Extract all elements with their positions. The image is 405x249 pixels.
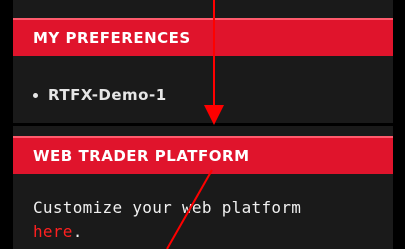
web-trader-platform-panel: WEB TRADER PLATFORM Customize your web p… — [13, 126, 393, 249]
web-trader-platform-header: WEB TRADER PLATFORM — [13, 136, 393, 174]
preference-item-rtfx-demo-1[interactable]: RTFX-Demo-1 — [33, 86, 167, 104]
customize-trailing-period: . — [72, 222, 83, 241]
page: MY PREFERENCES RTFX-Demo-1 WEB TRADER PL… — [0, 0, 405, 249]
preference-item-label: RTFX-Demo-1 — [48, 86, 167, 104]
bullet-icon — [33, 92, 38, 98]
my-preferences-header: MY PREFERENCES — [13, 18, 393, 56]
my-preferences-panel: MY PREFERENCES RTFX-Demo-1 — [13, 0, 393, 123]
customize-description: Customize your web platform here. — [33, 196, 393, 244]
customize-text: Customize your web platform — [33, 198, 302, 217]
customize-here-link[interactable]: here — [33, 222, 73, 241]
